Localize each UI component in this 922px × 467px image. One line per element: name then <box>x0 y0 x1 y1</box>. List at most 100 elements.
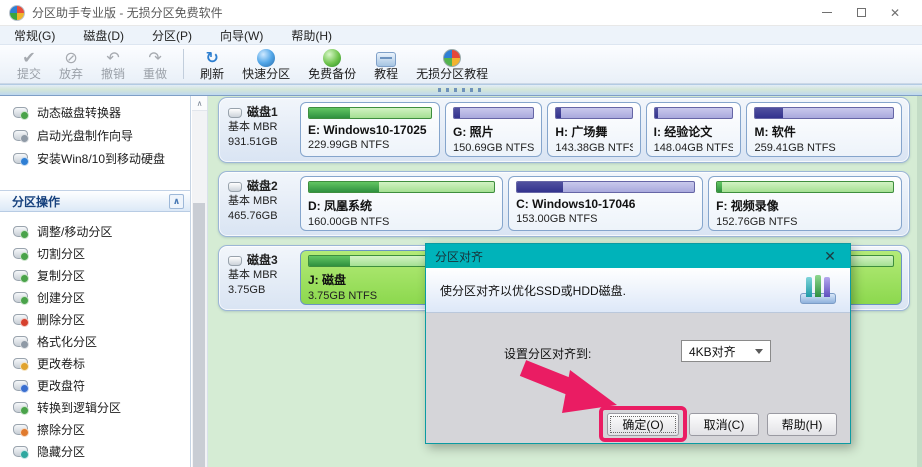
undo-arrow-icon: ↶ <box>106 49 120 67</box>
sidebar-item-format[interactable]: 格式化分区 <box>0 330 190 352</box>
partition-label: E: Windows10-17025 <box>308 123 427 137</box>
undo-button[interactable]: ↶ 撤销 <box>92 46 134 83</box>
maximize-button[interactable] <box>844 2 878 24</box>
partition-i[interactable]: I: 经验论文 148.04GB NTFS <box>645 102 742 157</box>
tutorial-button[interactable]: 教程 <box>365 46 407 83</box>
collapse-chevron-icon[interactable]: ∧ <box>169 193 184 209</box>
maximize-icon <box>856 8 866 17</box>
sidebar-scrollbar[interactable]: ∧ <box>192 96 208 467</box>
refresh-icon: ↻ <box>205 49 219 67</box>
sidebar-item-change-drive-letter[interactable]: 更改盘符 <box>0 374 190 396</box>
usage-fill <box>309 182 380 192</box>
disk-icon <box>228 255 242 266</box>
partition-d[interactable]: D: 凤凰系统 160.00GB NTFS <box>300 176 504 231</box>
dialog-title-bar[interactable]: 分区对齐 ✕ <box>426 244 850 268</box>
lossless-tutorial-button[interactable]: 无损分区教程 <box>407 46 497 83</box>
menu-help[interactable]: 帮助(H) <box>277 26 346 45</box>
cancel-button[interactable]: 取消(C) <box>689 413 759 436</box>
sidebar-item-split[interactable]: 切割分区 <box>0 242 190 264</box>
hide-partition-icon <box>13 445 29 459</box>
menu-wizard[interactable]: 向导(W) <box>206 26 277 45</box>
refresh-label: 刷新 <box>200 66 225 81</box>
sidebar-item-install-win-to-usb[interactable]: 安装Win8/10到移动硬盘 <box>0 147 190 170</box>
sidebar: 动态磁盘转换器 启动光盘制作向导 安装Win8/10到移动硬盘 分区操作 ∧ 调… <box>0 96 191 467</box>
refresh-button[interactable]: ↻ 刷新 <box>191 46 233 83</box>
usage-fill <box>309 108 351 118</box>
alignment-dropdown[interactable]: 4KB对齐 <box>681 340 771 362</box>
partition-label: I: 经验论文 <box>653 125 713 139</box>
quick-partition-button[interactable]: 快速分区 <box>233 46 299 83</box>
commit-label: 提交 <box>17 66 42 81</box>
partition-e[interactable]: E: Windows10-17025 229.99GB NTFS <box>300 102 440 157</box>
sidebar-item-label: 创建分区 <box>37 290 86 305</box>
sidebar-item-label: 更改盘符 <box>37 378 86 393</box>
disk-type: 基本 MBR <box>228 269 278 281</box>
section-partition-operations[interactable]: 分区操作 ∧ <box>0 190 190 212</box>
partition-size: 152.76GB NTFS <box>716 216 798 228</box>
alignment-field-label: 设置分区对齐到: <box>504 347 592 361</box>
sidebar-item-create[interactable]: 创建分区 <box>0 286 190 308</box>
partition-label: M: 软件 <box>754 125 796 139</box>
annotation-arrow-icon <box>519 360 617 413</box>
tutorial-label: 教程 <box>374 66 399 81</box>
sidebar-item-boot-cd-wizard[interactable]: 启动光盘制作向导 <box>0 124 190 147</box>
change-drive-letter-icon <box>13 379 29 393</box>
redo-button[interactable]: ↷ 重做 <box>134 46 176 83</box>
partition-m[interactable]: M: 软件 259.41GB NTFS <box>746 102 903 157</box>
free-backup-button[interactable]: 免费备份 <box>299 46 365 83</box>
disk-name: 磁盘1 <box>247 105 278 119</box>
menu-general[interactable]: 常规(G) <box>0 26 69 45</box>
commit-button[interactable]: ✔ 提交 <box>8 46 50 83</box>
disk-icon <box>228 181 242 192</box>
sidebar-item-label: 动态磁盘转换器 <box>37 106 122 120</box>
sidebar-item-wipe[interactable]: 擦除分区 <box>0 418 190 440</box>
split-partition-icon <box>13 247 29 261</box>
menu-disk[interactable]: 磁盘(D) <box>69 26 138 45</box>
discard-button[interactable]: ⊘ 放弃 <box>50 46 92 83</box>
disk-size: 931.51GB <box>228 136 278 148</box>
horizontal-splitter[interactable] <box>0 84 922 96</box>
dialog-description: 使分区对齐以优化SSD或HDD磁盘. <box>440 283 627 298</box>
usage-bar <box>653 107 734 119</box>
chevron-down-icon <box>755 348 763 354</box>
dialog-close-icon[interactable]: ✕ <box>819 248 841 265</box>
disk-info: 磁盘1 基本 MBR 931.51GB <box>219 98 299 162</box>
partition-label: D: 凤凰系统 <box>308 199 372 213</box>
partition-h[interactable]: H: 广场舞 143.38GB NTFS <box>547 102 641 157</box>
wipe-partition-icon <box>13 423 29 437</box>
disk-info: 磁盘3 基本 MBR 3.75GB <box>219 246 299 310</box>
operation-list: 调整/移动分区 切割分区 复制分区 创建分区 删除分区 格式化分区 更改卷标 更… <box>0 220 190 462</box>
sidebar-item-hide[interactable]: 隐藏分区 <box>0 440 190 462</box>
sidebar-item-resize-move[interactable]: 调整/移动分区 <box>0 220 190 242</box>
sidebar-item-convert-logical[interactable]: 转换到逻辑分区 <box>0 396 190 418</box>
partition-c[interactable]: C: Windows10-17046 153.00GB NTFS <box>508 176 704 231</box>
help-button[interactable]: 帮助(H) <box>767 413 837 436</box>
ok-button[interactable]: 确定(O) <box>607 413 679 436</box>
sidebar-item-label: 转换到逻辑分区 <box>37 400 122 415</box>
sidebar-item-change-label[interactable]: 更改卷标 <box>0 352 190 374</box>
scrollbar-thumb[interactable] <box>193 203 205 467</box>
title-bar: 分区助手专业版 - 无损分区免费软件 ✕ <box>0 0 922 26</box>
scroll-up-icon[interactable]: ∧ <box>192 96 207 111</box>
partition-size: 259.41GB NTFS <box>754 142 836 154</box>
partition-f[interactable]: F: 视频录像 152.76GB NTFS <box>708 176 902 231</box>
usage-bar <box>308 107 432 119</box>
partition-g[interactable]: G: 照片 150.69GB NTFS <box>445 102 543 157</box>
sidebar-item-label: 格式化分区 <box>37 334 98 349</box>
lossless-tutorial-icon <box>443 48 462 67</box>
resize-move-icon <box>13 225 29 239</box>
close-button[interactable]: ✕ <box>878 2 912 24</box>
install-win-to-usb-icon <box>13 153 29 166</box>
convert-logical-icon <box>13 401 29 415</box>
sidebar-item-dynamic-disk-converter[interactable]: 动态磁盘转换器 <box>0 101 190 124</box>
minimize-button[interactable] <box>810 2 844 24</box>
partition-size: 148.04GB NTFS <box>653 142 734 154</box>
sidebar-item-copy[interactable]: 复制分区 <box>0 264 190 286</box>
create-partition-icon <box>13 291 29 305</box>
sidebar-item-delete[interactable]: 删除分区 <box>0 308 190 330</box>
partition-alignment-dialog: 分区对齐 ✕ 使分区对齐以优化SSD或HDD磁盘. 设置分区对齐到: 4KB对齐… <box>425 243 851 444</box>
disk-name: 磁盘3 <box>247 253 278 267</box>
menu-partition[interactable]: 分区(P) <box>138 26 206 45</box>
partition-size: 160.00GB NTFS <box>308 216 390 228</box>
disk-size: 3.75GB <box>228 284 266 296</box>
